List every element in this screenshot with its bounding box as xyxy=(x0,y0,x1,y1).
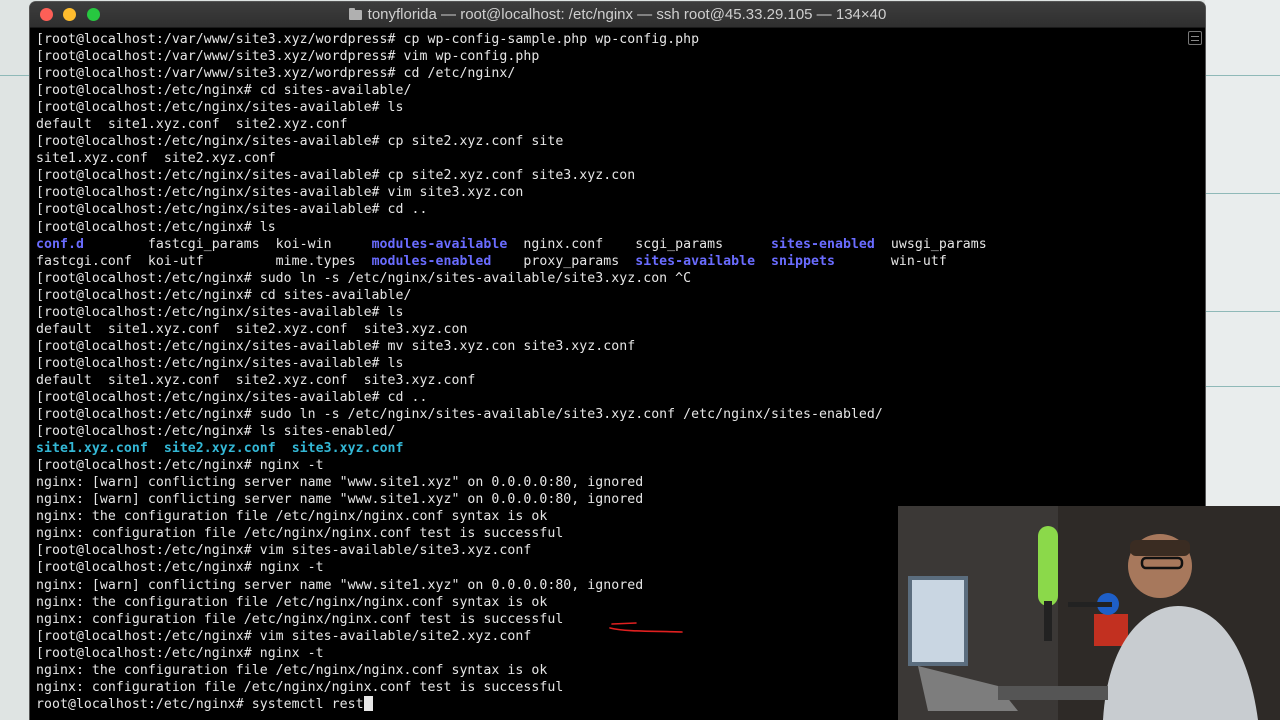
terminal-line: fastcgi.conf koi-utf mime.types modules-… xyxy=(36,253,1181,270)
directory-entry: sites-available xyxy=(635,253,756,269)
terminal-text: fastcgi.conf koi-utf mime.types xyxy=(36,253,372,269)
terminal-line: [root@localhost:/etc/nginx# cd sites-ava… xyxy=(36,82,1181,99)
directory-entry: conf.d xyxy=(36,236,84,252)
terminal-text: default site1.xyz.conf site2.xyz.conf si… xyxy=(36,321,468,337)
terminal-line: [root@localhost:/etc/nginx/sites-availab… xyxy=(36,355,1181,372)
terminal-line: [root@localhost:/etc/nginx/sites-availab… xyxy=(36,99,1181,116)
terminal-text: [root@localhost:/etc/nginx# sudo ln -s /… xyxy=(36,270,692,286)
desktop-divider xyxy=(1205,386,1280,387)
webcam-overlay xyxy=(898,506,1280,720)
terminal-text: [root@localhost:/etc/nginx# ls xyxy=(36,219,276,235)
desktop-left-strip xyxy=(0,0,32,720)
terminal-text: [root@localhost:/etc/nginx# cd sites-ava… xyxy=(36,83,412,99)
terminal-text: [root@localhost:/etc/nginx/sites-availab… xyxy=(36,355,404,371)
terminal-line: [root@localhost:/etc/nginx# sudo ln -s /… xyxy=(36,270,1181,287)
directory-entry: site1.xyz.conf xyxy=(36,441,148,457)
desktop-divider xyxy=(1205,311,1280,312)
terminal-text: nginx: [warn] conflicting server name "w… xyxy=(36,475,644,491)
terminal-line: [root@localhost:/etc/nginx# ls sites-ena… xyxy=(36,423,1181,440)
terminal-line: site1.xyz.conf site2.xyz.conf site3.xyz.… xyxy=(36,440,1181,457)
terminal-line: [root@localhost:/var/www/site3.xyz/wordp… xyxy=(36,48,1181,65)
terminal-text: [root@localhost:/etc/nginx/sites-availab… xyxy=(36,185,524,201)
terminal-text: [root@localhost:/etc/nginx# nginx -t xyxy=(36,560,324,576)
terminal-line: [root@localhost:/etc/nginx/sites-availab… xyxy=(36,201,1181,218)
directory-entry: modules-enabled xyxy=(371,253,492,269)
folder-icon xyxy=(348,8,362,20)
directory-entry: snippets xyxy=(771,253,835,269)
text-cursor xyxy=(363,695,373,711)
desktop-divider xyxy=(1205,193,1280,194)
terminal-line: default site1.xyz.conf site2.xyz.conf si… xyxy=(36,372,1181,389)
directory-entry: sites-enabled xyxy=(771,236,875,252)
terminal-text: [root@localhost:/etc/nginx# cd sites-ava… xyxy=(36,287,412,303)
directory-entry: site3.xyz.conf xyxy=(291,441,404,457)
terminal-text: [root@localhost:/etc/nginx/sites-availab… xyxy=(36,202,428,218)
terminal-text: [root@localhost:/etc/nginx/sites-availab… xyxy=(36,338,636,354)
directory-entry: modules-available xyxy=(371,236,508,252)
terminal-text: default site1.xyz.conf site2.xyz.conf xyxy=(36,117,348,133)
terminal-text: nginx: [warn] conflicting server name "w… xyxy=(36,577,644,593)
terminal-text: win-utf xyxy=(834,253,947,269)
terminal-line: conf.d fastcgi_params koi-win modules-av… xyxy=(36,236,1181,253)
terminal-text: [root@localhost:/var/www/site3.xyz/wordp… xyxy=(36,49,540,65)
terminal-text: [root@localhost:/etc/nginx/sites-availab… xyxy=(36,304,404,320)
terminal-line: [root@localhost:/etc/nginx/sites-availab… xyxy=(36,389,1181,406)
terminal-line: [root@localhost:/etc/nginx/sites-availab… xyxy=(36,167,1181,184)
terminal-text: [root@localhost:/etc/nginx# nginx -t xyxy=(36,458,324,474)
terminal-line: [root@localhost:/etc/nginx# cd sites-ava… xyxy=(36,287,1181,304)
terminal-line: [root@localhost:/etc/nginx# nginx -t xyxy=(36,457,1181,474)
terminal-text: proxy_params xyxy=(491,253,636,269)
window-titlebar[interactable]: tonyflorida — root@localhost: /etc/nginx… xyxy=(30,2,1205,28)
terminal-text: [root@localhost:/etc/nginx/sites-availab… xyxy=(36,168,636,184)
terminal-text: [root@localhost:/etc/nginx# nginx -t xyxy=(36,645,324,661)
terminal-line: site1.xyz.conf site2.xyz.conf xyxy=(36,150,1181,167)
terminal-text: nginx: [warn] conflicting server name "w… xyxy=(36,492,644,508)
terminal-line: nginx: [warn] conflicting server name "w… xyxy=(36,474,1181,491)
terminal-text: fastcgi_params koi-win xyxy=(83,236,372,252)
terminal-line: [root@localhost:/etc/nginx# sudo ln -s /… xyxy=(36,406,1181,423)
terminal-line: [root@localhost:/var/www/site3.xyz/wordp… xyxy=(36,65,1181,82)
terminal-text: [root@localhost:/etc/nginx# ls sites-ena… xyxy=(36,424,396,440)
terminal-text: [root@localhost:/etc/nginx# sudo ln -s /… xyxy=(36,407,883,423)
terminal-text: [root@localhost:/var/www/site3.xyz/wordp… xyxy=(36,32,700,47)
terminal-line: [root@localhost:/var/www/site3.xyz/wordp… xyxy=(36,31,1181,48)
terminal-line: [root@localhost:/etc/nginx/sites-availab… xyxy=(36,184,1181,201)
terminal-text: uwsgi_params xyxy=(874,236,987,252)
terminal-text: default site1.xyz.conf site2.xyz.conf si… xyxy=(36,372,476,388)
terminal-line: [root@localhost:/etc/nginx/sites-availab… xyxy=(36,338,1181,355)
terminal-text: [root@localhost:/etc/nginx/sites-availab… xyxy=(36,100,404,116)
desktop-divider xyxy=(1205,75,1280,76)
terminal-line: default site1.xyz.conf site2.xyz.conf xyxy=(36,116,1181,133)
terminal-text: site1.xyz.conf site2.xyz.conf xyxy=(36,151,276,167)
terminal-text: [root@localhost:/etc/nginx/sites-availab… xyxy=(36,134,564,150)
terminal-line: default site1.xyz.conf site2.xyz.conf si… xyxy=(36,321,1181,338)
terminal-text: nginx: configuration file /etc/nginx/ngi… xyxy=(36,679,564,695)
terminal-text: [root@localhost:/etc/nginx# vim sites-av… xyxy=(36,543,532,559)
terminal-text: [root@localhost:/var/www/site3.xyz/wordp… xyxy=(36,66,516,82)
terminal-text: nginx: the configuration file /etc/nginx… xyxy=(36,509,548,525)
terminal-line: [root@localhost:/etc/nginx/sites-availab… xyxy=(36,133,1181,150)
terminal-line: [root@localhost:/etc/nginx# ls xyxy=(36,219,1181,236)
window-title-container: tonyflorida — root@localhost: /etc/nginx… xyxy=(30,2,1205,27)
terminal-text: nginx.conf scgi_params xyxy=(507,236,772,252)
terminal-text: nginx: configuration file /etc/nginx/ngi… xyxy=(36,526,564,542)
terminal-text: nginx: the configuration file /etc/nginx… xyxy=(36,594,548,610)
window-title: tonyflorida — root@localhost: /etc/nginx… xyxy=(367,6,887,23)
scrollbar-menu-icon[interactable] xyxy=(1188,31,1202,45)
terminal-text: root@localhost:/etc/nginx# systemctl res… xyxy=(36,696,364,712)
terminal-text: nginx: the configuration file /etc/nginx… xyxy=(36,662,548,678)
red-annotation-stroke xyxy=(609,622,683,633)
terminal-text: [root@localhost:/etc/nginx# vim sites-av… xyxy=(36,628,532,644)
terminal-line: [root@localhost:/etc/nginx/sites-availab… xyxy=(36,304,1181,321)
directory-entry: site2.xyz.conf xyxy=(163,441,276,457)
desktop-divider xyxy=(0,75,32,76)
terminal-text: nginx: configuration file /etc/nginx/ngi… xyxy=(36,611,564,627)
terminal-text: [root@localhost:/etc/nginx/sites-availab… xyxy=(36,389,428,405)
